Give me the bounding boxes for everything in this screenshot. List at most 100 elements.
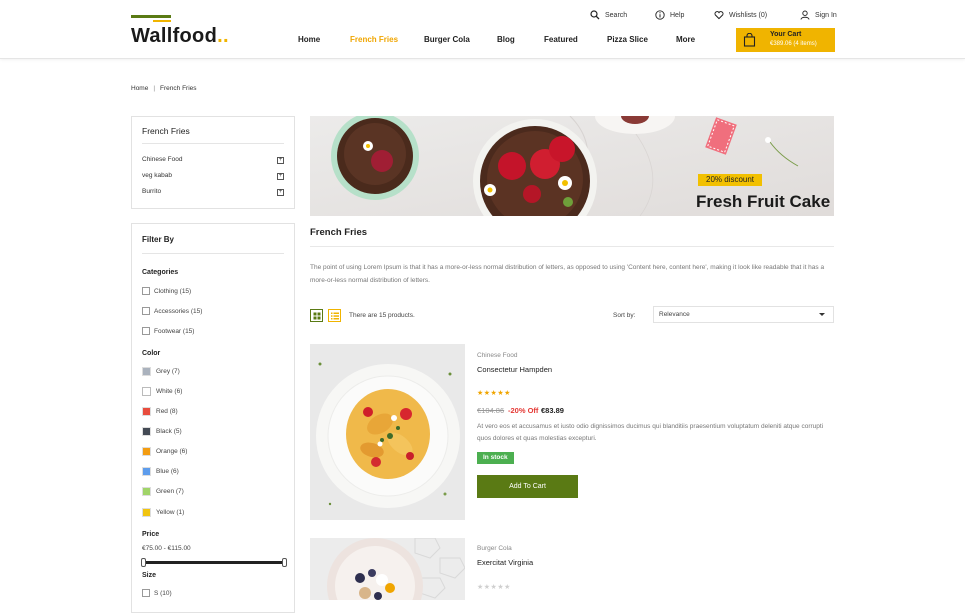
product-image[interactable] xyxy=(310,538,465,600)
pasta-plate-image xyxy=(310,344,465,520)
category-banner[interactable]: 20% discount Fresh Fruit Cake xyxy=(310,116,834,216)
category-item-label: Chinese Food xyxy=(142,156,183,163)
expand-icon[interactable]: + xyxy=(277,157,284,164)
cart-title: Your Cart xyxy=(770,31,802,38)
nav-pizza-slice[interactable]: Pizza Slice xyxy=(607,35,648,44)
option-label: Yellow (1) xyxy=(156,508,185,516)
color-filter-option[interactable]: Blue (6) xyxy=(142,465,179,477)
color-swatch[interactable] xyxy=(142,466,151,476)
product-name[interactable]: Consectetur Hampden xyxy=(477,365,552,374)
cart-summary: €389.06 (4 items) xyxy=(770,41,817,47)
list-view-button[interactable] xyxy=(328,309,341,322)
color-filter-option[interactable]: Yellow (1) xyxy=(142,506,184,518)
color-swatch[interactable] xyxy=(142,366,151,376)
color-swatch[interactable] xyxy=(142,406,151,416)
discount-label: -20% Off xyxy=(508,406,539,415)
filter-box: Filter By Categories Clothing (15) Acces… xyxy=(131,223,295,613)
product-image[interactable] xyxy=(310,344,465,520)
option-label: Orange (6) xyxy=(156,447,188,455)
nav-blog[interactable]: Blog xyxy=(497,35,515,44)
color-swatch[interactable] xyxy=(142,486,151,496)
sort-select[interactable]: Relevance xyxy=(653,306,834,323)
current-price: €83.89 xyxy=(541,406,564,415)
wishlist-link[interactable]: Wishlists (0) xyxy=(714,8,767,22)
color-swatch[interactable] xyxy=(142,507,151,517)
nav-burger-cola[interactable]: Burger Cola xyxy=(424,35,470,44)
nav-french-fries[interactable]: French Fries xyxy=(350,35,398,44)
category-filter-option[interactable]: Accessories (15) xyxy=(142,305,202,317)
color-filter-option[interactable]: Orange (6) xyxy=(142,445,187,457)
product-count: There are 15 products. xyxy=(349,312,415,319)
list-icon xyxy=(330,312,339,319)
caret-down-icon xyxy=(819,313,825,316)
category-item[interactable]: Burrito + xyxy=(142,188,284,200)
logo-bar-accent xyxy=(153,20,171,22)
option-label: S (10) xyxy=(154,589,172,597)
color-filter-option[interactable]: Green (7) xyxy=(142,485,184,497)
nav-home[interactable]: Home xyxy=(298,35,320,44)
sort-select-value: Relevance xyxy=(659,311,690,318)
discount-badge: 20% discount xyxy=(698,174,763,186)
color-swatch[interactable] xyxy=(142,386,151,396)
option-label: Accessories (15) xyxy=(154,307,203,315)
breadcrumb-home[interactable]: Home xyxy=(131,85,148,92)
rating-stars: ★★★★★ xyxy=(477,584,511,591)
old-price: €104.86 xyxy=(477,406,505,415)
divider xyxy=(142,143,284,144)
price-slider-max-handle[interactable] xyxy=(282,558,287,567)
logo-bar xyxy=(131,15,171,18)
product-category[interactable]: Chinese Food xyxy=(477,352,517,359)
wishlist-label: Wishlists (0) xyxy=(729,11,768,19)
nav-featured[interactable]: Featured xyxy=(544,35,578,44)
color-filter-option[interactable]: White (6) xyxy=(142,385,182,397)
divider xyxy=(310,246,834,247)
product-description: At vero eos et accusamus et iusto odio d… xyxy=(477,423,824,442)
checkbox[interactable] xyxy=(142,307,150,315)
option-label: Black (5) xyxy=(156,427,182,435)
color-filter-option[interactable]: Black (5) xyxy=(142,425,182,437)
breadcrumb-current: French Fries xyxy=(160,85,197,92)
color-filter-option[interactable]: Red (8) xyxy=(142,405,178,417)
size-heading: Size xyxy=(142,572,157,579)
filter-title: Filter By xyxy=(142,235,175,244)
checkbox[interactable] xyxy=(142,589,150,597)
add-to-cart-button[interactable]: Add To Cart xyxy=(477,475,578,498)
site-logo[interactable]: Wallfood.. xyxy=(131,13,231,47)
sign-in-link[interactable]: Sign In xyxy=(800,8,837,22)
color-swatch[interactable] xyxy=(142,446,151,456)
price-slider-track[interactable] xyxy=(143,561,284,564)
checkbox[interactable] xyxy=(142,287,150,295)
expand-icon[interactable]: + xyxy=(277,173,284,180)
category-filter-option[interactable]: Clothing (15) xyxy=(142,285,191,297)
expand-icon[interactable]: + xyxy=(277,189,284,196)
cart-button[interactable]: Your Cart €389.06 (4 items) xyxy=(736,28,835,52)
product-category[interactable]: Burger Cola xyxy=(477,545,512,552)
color-swatch[interactable] xyxy=(142,426,151,436)
help-label: Help xyxy=(670,11,685,19)
divider xyxy=(142,253,284,254)
product-name[interactable]: Exercitat Virginia xyxy=(477,558,533,567)
search-label: Search xyxy=(605,11,628,19)
size-filter-option[interactable]: S (10) xyxy=(142,587,172,599)
price-slider-min-handle[interactable] xyxy=(141,558,146,567)
category-item[interactable]: veg kabab + xyxy=(142,172,284,184)
checkbox[interactable] xyxy=(142,327,150,335)
breadcrumb: Home | French Fries xyxy=(131,85,197,92)
search-link[interactable]: Search xyxy=(590,8,627,22)
category-filter-option[interactable]: Footwear (15) xyxy=(142,325,194,337)
price-heading: Price xyxy=(142,531,160,538)
logo-text: Wallfood.. xyxy=(131,25,229,47)
logo-dots: .. xyxy=(217,25,229,47)
nav-more[interactable]: More xyxy=(676,35,695,44)
help-link[interactable]: Help xyxy=(655,8,684,22)
info-icon xyxy=(655,10,665,20)
price-range-value: €75.00 - €115.00 xyxy=(142,545,191,552)
search-icon xyxy=(590,10,600,20)
dessert-plate-image xyxy=(310,538,465,600)
option-label: Blue (6) xyxy=(156,467,179,475)
categories-heading: Categories xyxy=(142,269,179,276)
grid-view-button[interactable] xyxy=(310,309,323,322)
color-filter-option[interactable]: Grey (7) xyxy=(142,365,180,377)
category-item[interactable]: Chinese Food + xyxy=(142,156,284,168)
option-label: Grey (7) xyxy=(156,367,180,375)
